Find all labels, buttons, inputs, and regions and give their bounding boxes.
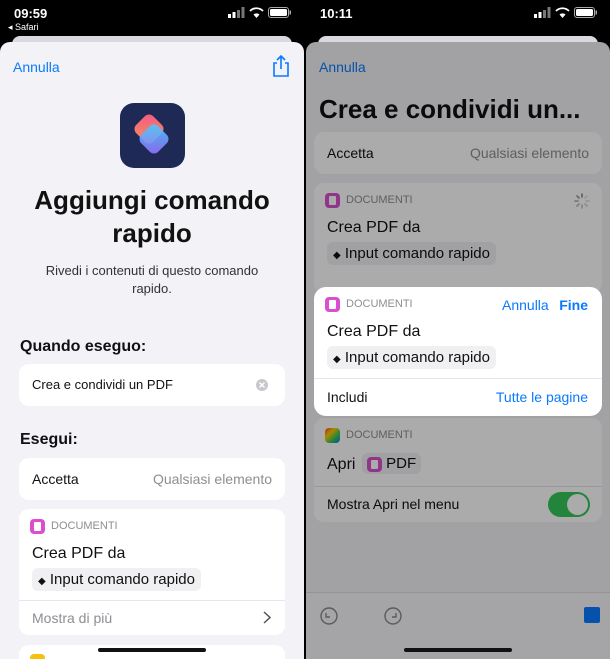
- include-label: Includi: [327, 389, 368, 405]
- accept-row[interactable]: Accetta Qualsiasi elemento: [314, 132, 602, 174]
- pdf-app-icon: [367, 456, 382, 472]
- app-variable-label: PDF: [386, 455, 417, 472]
- right-screen: 10:11 Annulla Crea e condividi un... Acc…: [306, 0, 610, 659]
- documents-icon: [325, 297, 340, 312]
- page-subtitle: Rivedi i contenuti di questo comando rap…: [45, 263, 259, 296]
- open-label: Apri: [327, 456, 356, 473]
- wifi-icon: [555, 7, 570, 18]
- page-title: Aggiungi comando rapido: [34, 185, 270, 248]
- action-category: DOCUMENTI: [346, 429, 413, 441]
- status-bar: 10:11: [306, 0, 610, 36]
- variable-icon: ◆: [333, 250, 341, 261]
- app-variable[interactable]: PDF: [362, 453, 422, 474]
- run-heading: Esegui:: [20, 431, 78, 448]
- shortcut-name-value: Crea e condividi un PDF: [32, 377, 173, 392]
- accept-value: Qualsiasi elemento: [152, 471, 272, 487]
- toggle-knob: [567, 494, 588, 515]
- add-shortcut-sheet: Annulla Aggiungi comando rapido Rivedi i…: [0, 42, 304, 659]
- shortcuts-app-icon: [120, 103, 185, 168]
- variable-label: Input comando rapido: [344, 349, 490, 366]
- action-title: Crea PDF da: [32, 545, 126, 562]
- accept-row[interactable]: Accetta Qualsiasi elemento: [19, 458, 285, 500]
- home-indicator: [404, 648, 512, 652]
- action-category: DOCUMENTI: [51, 520, 118, 532]
- status-time: 09:59: [14, 6, 48, 21]
- variable-label: Input comando rapido: [49, 571, 195, 588]
- popup-action-title: Crea PDF da: [327, 323, 421, 340]
- chevron-right-icon: [263, 611, 271, 624]
- clear-text-icon[interactable]: [256, 379, 268, 391]
- divider: [314, 378, 602, 379]
- shortcut-title: Crea e condividi un...: [319, 94, 581, 124]
- show-in-menu-toggle[interactable]: [548, 492, 590, 517]
- popup-done-button[interactable]: Fine: [559, 297, 588, 313]
- divider: [19, 600, 285, 601]
- cancel-button[interactable]: Annulla: [319, 59, 366, 75]
- shortcut-name-field[interactable]: Crea e condividi un PDF: [19, 364, 285, 406]
- battery-icon: [574, 7, 597, 18]
- variable-icon: ◆: [333, 354, 341, 365]
- documents-icon: [325, 193, 340, 208]
- loading-spinner-icon: [574, 193, 590, 209]
- when-run-heading: Quando eseguo:: [20, 338, 147, 355]
- cancel-button[interactable]: Annulla: [13, 59, 60, 75]
- popup-cancel-button[interactable]: Annulla: [502, 297, 549, 313]
- documents-icon: [30, 519, 45, 534]
- status-icons: [228, 7, 292, 18]
- signal-icon: [534, 7, 551, 18]
- variable-label: Input comando rapido: [344, 245, 490, 262]
- redo-icon[interactable]: [384, 607, 402, 625]
- popup-input-variable[interactable]: ◆ Input comando rapido: [327, 346, 496, 369]
- app-icon: [30, 654, 45, 659]
- shortcut-input-variable[interactable]: ◆ Input comando rapido: [327, 242, 496, 265]
- undo-icon[interactable]: [320, 607, 338, 625]
- divider: [314, 486, 602, 487]
- create-pdf-action-card[interactable]: DOCUMENTI Crea PDF da ◆ Input comando ra…: [19, 509, 285, 635]
- shortcut-input-variable[interactable]: ◆ Input comando rapido: [32, 568, 201, 591]
- left-screen: 09:59 ◂ Safari Annulla Aggiungi comando …: [0, 0, 304, 659]
- accept-label: Accetta: [327, 145, 374, 161]
- popup-category: DOCUMENTI: [346, 298, 413, 310]
- show-in-menu-label: Mostra Apri nel menu: [327, 496, 460, 512]
- action-category: DOCUMENTI: [346, 194, 413, 206]
- wifi-icon: [249, 7, 264, 18]
- apps-icon: [325, 428, 340, 443]
- signal-icon: [228, 7, 245, 18]
- home-indicator: [98, 648, 206, 652]
- share-icon[interactable]: [272, 55, 290, 77]
- show-more-button[interactable]: Mostra di più: [32, 610, 112, 626]
- action-title: Crea PDF da: [327, 219, 421, 236]
- status-bar: 09:59 ◂ Safari: [0, 0, 304, 36]
- include-value-button[interactable]: Tutte le pagine: [496, 389, 588, 405]
- create-pdf-action-card[interactable]: DOCUMENTI Crea PDF da ◆ Input comando ra…: [314, 183, 602, 293]
- open-action-card[interactable]: DOCUMENTI Apri PDF Mostra Apri nel menu: [314, 418, 602, 522]
- back-to-app-link[interactable]: ◂ Safari: [8, 22, 39, 33]
- status-icons: [534, 7, 598, 18]
- status-time: 10:11: [320, 6, 353, 21]
- accept-label: Accetta: [32, 471, 79, 487]
- variable-icon: ◆: [38, 576, 46, 587]
- battery-icon: [268, 7, 291, 18]
- stop-button[interactable]: [584, 607, 600, 623]
- accept-value: Qualsiasi elemento: [469, 145, 589, 161]
- edit-action-popup: DOCUMENTI Annulla Fine Crea PDF da ◆ Inp…: [314, 287, 602, 416]
